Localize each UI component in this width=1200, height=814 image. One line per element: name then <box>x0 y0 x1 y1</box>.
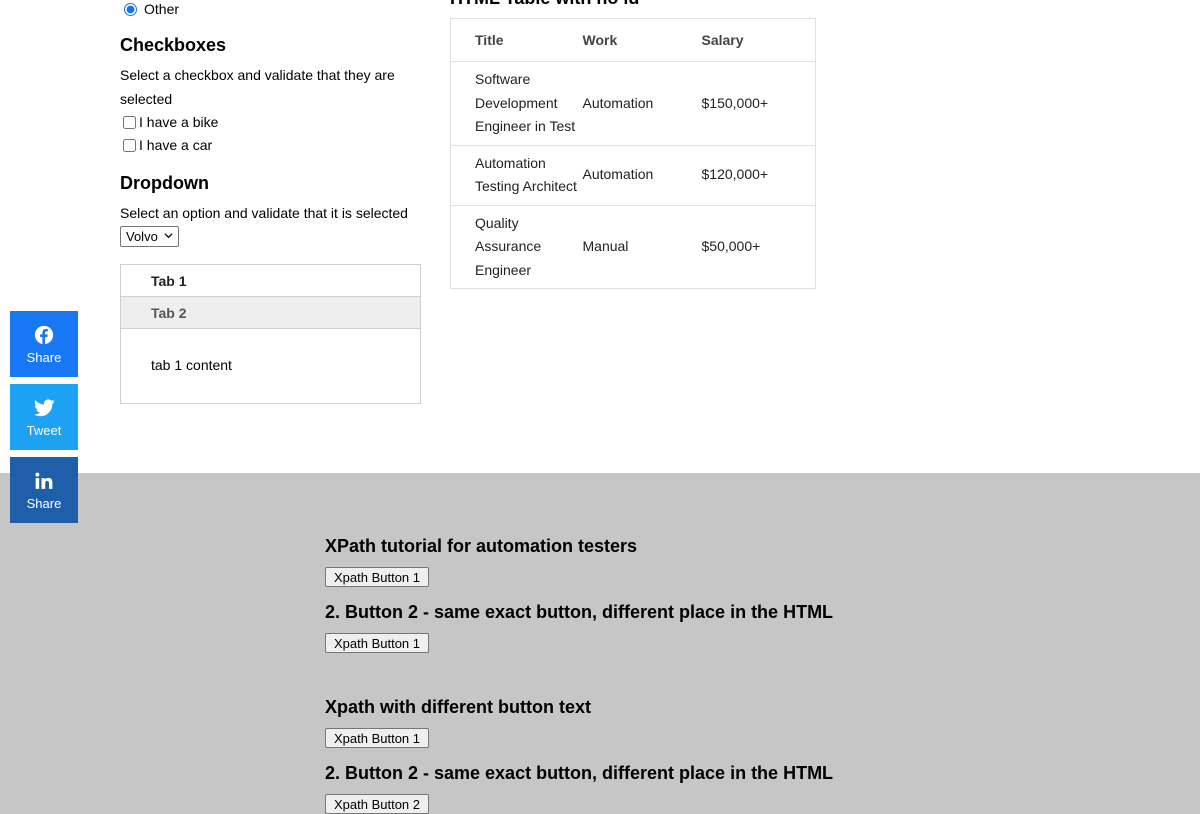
checkbox-car-input[interactable] <box>123 138 136 152</box>
xpath-heading-2: 2. Button 2 - same exact button, differe… <box>325 602 834 622</box>
twitter-tweet-label: Tweet <box>26 423 62 438</box>
table-row: Software Development Engineer in Test Au… <box>450 61 816 145</box>
table-title: HTML Table with no id <box>450 0 639 9</box>
checkbox-bike-input[interactable] <box>123 115 136 129</box>
cell-work: Automation <box>581 61 701 145</box>
tab-2[interactable]: Tab 2 <box>121 297 420 329</box>
cell-work: Automation <box>581 144 701 205</box>
tab-1-label: Tab 1 <box>151 272 187 289</box>
jobs-table: Title Work Salary Software Development E… <box>450 18 816 289</box>
tab-1[interactable]: Tab 1 <box>121 265 420 297</box>
cell-salary: $150,000+ <box>700 61 816 145</box>
radio-other-label: Other <box>144 1 180 17</box>
cell-work: Manual <box>581 204 701 289</box>
car-select[interactable]: Volvo <box>120 226 179 247</box>
xpath-button-2[interactable]: Xpath Button 1 <box>325 633 429 653</box>
xpath-button-3[interactable]: Xpath Button 1 <box>325 728 429 748</box>
facebook-share-label: Share <box>26 350 62 365</box>
xpath-section: XPath tutorial for automation testers Xp… <box>0 473 1200 814</box>
facebook-share-button[interactable]: Share <box>10 311 78 377</box>
table-row: Automation Testing Architect Automation … <box>450 144 816 205</box>
linkedin-share-button[interactable]: Share <box>10 457 78 523</box>
cell-salary: $120,000+ <box>700 144 816 205</box>
table-header-row: Title Work Salary <box>450 18 816 62</box>
header-salary: Salary <box>700 18 816 62</box>
radio-other-input[interactable] <box>124 2 137 16</box>
table-row: Quality Assurance Engineer Manual $50,00… <box>450 204 816 289</box>
xpath-button-1[interactable]: Xpath Button 1 <box>325 567 429 587</box>
checkbox-car-label: I have a car <box>139 137 213 153</box>
linkedin-icon <box>34 469 54 493</box>
cell-salary: $50,000+ <box>700 204 816 289</box>
checkbox-bike-label: I have a bike <box>139 114 219 130</box>
checkbox-bike[interactable]: I have a bike <box>120 112 218 132</box>
linkedin-share-label: Share <box>26 496 62 511</box>
car-select-value: Volvo <box>126 229 158 244</box>
header-work: Work <box>581 18 701 62</box>
tab-content: tab 1 content <box>151 357 232 373</box>
twitter-icon <box>33 396 55 420</box>
xpath-heading-1: XPath tutorial for automation testers <box>325 536 638 556</box>
dropdown-description: Select an option and validate that it is… <box>120 205 408 221</box>
xpath-heading-3: Xpath with different button text <box>325 697 591 717</box>
tab-2-label: Tab 2 <box>151 304 187 321</box>
dropdown-heading: Dropdown <box>120 173 209 193</box>
twitter-tweet-button[interactable]: Tweet <box>10 384 78 450</box>
tabs-container: Tab 1 Tab 2 tab 1 content <box>120 264 421 404</box>
cell-title: Quality Assurance Engineer <box>450 204 582 289</box>
checkbox-car[interactable]: I have a car <box>120 135 212 155</box>
xpath-heading-4: 2. Button 2 - same exact button, differe… <box>325 763 834 783</box>
facebook-icon <box>34 323 54 347</box>
radio-other[interactable]: Other <box>124 0 179 18</box>
chevron-down-icon <box>164 231 173 243</box>
checkboxes-heading: Checkboxes <box>120 35 227 55</box>
cell-title: Automation Testing Architect <box>450 144 582 205</box>
checkboxes-description: Select a checkbox and validate that they… <box>120 67 395 107</box>
cell-title: Software Development Engineer in Test <box>450 61 582 145</box>
main-content: Other Checkboxes Select a checkbox and v… <box>0 0 1200 473</box>
header-title: Title <box>450 18 582 62</box>
xpath-button-4[interactable]: Xpath Button 2 <box>325 794 429 814</box>
